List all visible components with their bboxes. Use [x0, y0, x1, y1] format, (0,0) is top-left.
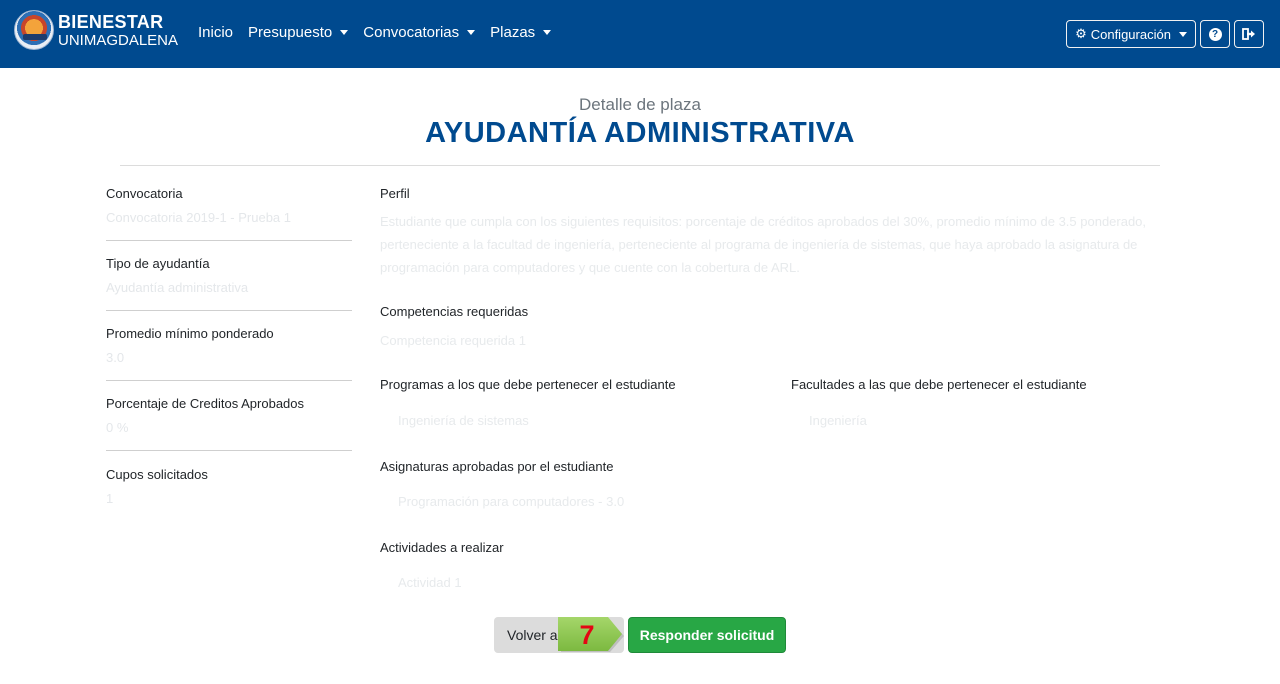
logout-button[interactable]	[1234, 20, 1264, 48]
perfil-value: Estudiante que cumpla con los siguientes…	[380, 214, 1147, 275]
nav-presupuesto-dropdown[interactable]: Presupuesto	[248, 24, 349, 41]
actividades-label: Actividades a realizar	[380, 540, 504, 555]
divider	[106, 450, 352, 451]
page-subtitle: Detalle de plaza	[579, 95, 701, 114]
tipo-ayudantia-label: Tipo de ayudantía	[106, 256, 210, 271]
step-marker-badge: 7	[558, 617, 628, 656]
university-logo-icon	[14, 10, 54, 50]
asignaturas-label: Asignaturas aprobadas por el estudiante	[380, 459, 614, 474]
brand-text: BIENESTAR UNIMAGDALENA	[58, 13, 178, 48]
nav-inicio[interactable]: Inicio	[198, 24, 233, 41]
convocatoria-value: Convocatoria 2019-1 - Prueba 1	[106, 210, 292, 225]
chevron-down-icon	[340, 30, 349, 35]
configuracion-dropdown-button[interactable]: ⚙ Configuración	[1066, 20, 1196, 48]
competencias-value: Competencia requerida 1	[380, 333, 526, 348]
nav-plazas-dropdown[interactable]: Plazas	[490, 24, 552, 41]
programas-value: Ingeniería de sistemas	[398, 413, 529, 428]
responder-label: Responder solicitud	[639, 627, 775, 643]
facultades-value: Ingeniería	[809, 413, 867, 428]
main-nav: Inicio Presupuesto Convocatorias Plazas	[198, 24, 566, 41]
step-number: 7	[579, 620, 595, 650]
configuracion-label: Configuración	[1090, 26, 1171, 42]
facultades-label: Facultades a las que debe pertenecer el …	[791, 377, 1087, 392]
chevron-down-icon	[543, 30, 552, 35]
tipo-ayudantia-field: Tipo de ayudantía Ayudantía administrati…	[106, 256, 352, 295]
brand-line-1: BIENESTAR	[58, 11, 164, 32]
page-title: AYUDANTÍA ADMINISTRATIVA	[425, 117, 855, 149]
tipo-ayudantia-value: Ayudantía administrativa	[106, 280, 249, 295]
programas-label: Programas a los que debe pertenecer el e…	[380, 377, 676, 392]
convocatoria-label: Convocatoria	[106, 186, 183, 201]
brand-link[interactable]: BIENESTAR UNIMAGDALENA	[14, 10, 178, 50]
nav-convocatorias-label: Convocatorias	[363, 24, 460, 41]
chevron-down-icon	[467, 30, 476, 35]
porcentaje-field: Porcentaje de Creditos Aprobados 0 %	[106, 396, 352, 435]
cupos-label: Cupos solicitados	[106, 467, 208, 482]
nav-inicio-label: Inicio	[198, 24, 234, 41]
chevron-down-icon	[1178, 31, 1187, 37]
help-button[interactable]: ?	[1200, 20, 1230, 48]
competencias-label: Competencias requeridas	[380, 304, 529, 319]
asignaturas-value: Programación para computadores - 3.0	[398, 494, 625, 509]
nav-plazas-label: Plazas	[490, 24, 536, 41]
gear-icon: ⚙	[1075, 26, 1087, 41]
nav-presupuesto-label: Presupuesto	[248, 24, 333, 41]
nav-actions: ⚙ Configuración ?	[1066, 20, 1264, 48]
top-navbar: BIENESTAR UNIMAGDALENA Inicio Presupuest…	[0, 0, 1280, 68]
header-divider	[120, 165, 1160, 166]
divider	[106, 380, 352, 381]
cupos-field: Cupos solicitados 1	[106, 467, 352, 506]
actividades-value: Actividad 1	[398, 575, 462, 590]
porcentaje-value: 0 %	[106, 420, 129, 435]
question-circle-icon: ?	[1208, 27, 1222, 41]
divider	[106, 240, 352, 241]
nav-convocatorias-dropdown[interactable]: Convocatorias	[363, 24, 476, 41]
promedio-label: Promedio mínimo ponderado	[106, 326, 274, 341]
promedio-value: 3.0	[106, 350, 125, 365]
cupos-value: 1	[106, 491, 114, 506]
perfil-label: Perfil	[380, 186, 410, 201]
brand-line-2: UNIMAGDALENA	[58, 31, 179, 49]
promedio-field: Promedio mínimo ponderado 3.0	[106, 326, 352, 365]
sign-out-icon	[1242, 28, 1255, 40]
porcentaje-label: Porcentaje de Creditos Aprobados	[106, 396, 305, 411]
convocatoria-field: Convocatoria Convocatoria 2019-1 - Prueb…	[106, 186, 352, 225]
responder-solicitud-button[interactable]: Responder solicitud	[628, 617, 786, 653]
divider	[106, 310, 352, 311]
